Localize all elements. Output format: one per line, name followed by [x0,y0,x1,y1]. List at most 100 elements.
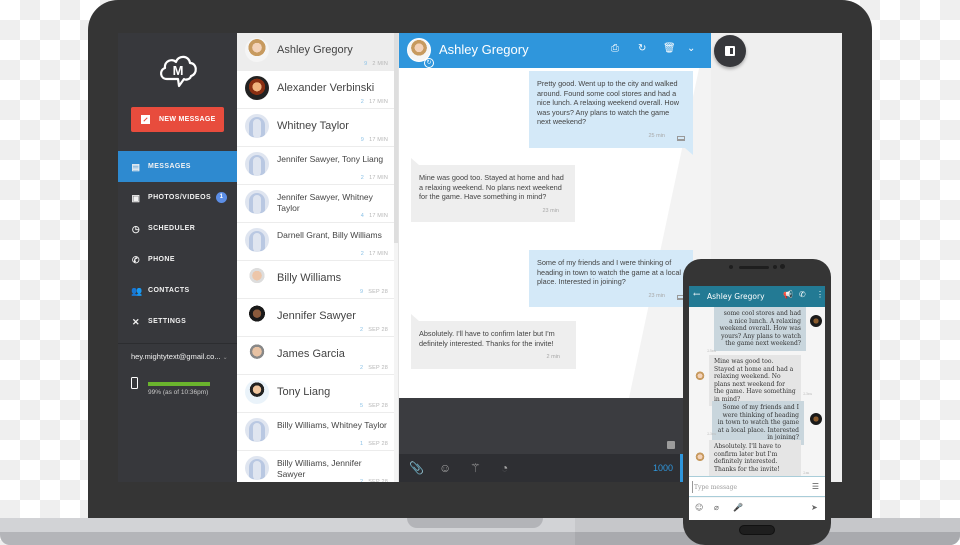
composer-toolbar: 📎 ☺ ⚚ ◔ 1000 [399,454,711,482]
conversation-item[interactable]: James Garcia 2 SEP 28 [237,337,394,375]
back-arrow-icon[interactable]: ← [693,290,701,300]
phone-screen: ← Ashley Gregory 📢 ✆ ⋮ some cool stores … [689,286,825,520]
sidebar-item-photos-videos[interactable]: ▣ PHOTOS/VIDEOS 1 [118,182,237,213]
message-time: 23 min [542,207,559,214]
conversation-item[interactable]: Jennifer Sawyer, Whitney Taylor 4 17 MIN [237,185,394,223]
sidebar-item-messages[interactable]: ▤ MESSAGES [118,151,237,182]
avatar [245,266,269,290]
conversation-item[interactable]: Billy Williams, Jennifer Sawyer 2 SEP 28 [237,451,394,482]
conversation-name: Darnell Grant, Billy Williams [277,230,382,240]
sidebar-divider [118,343,237,344]
account-selector[interactable]: hey.mightytext@gmail.co... ⌄ [131,352,228,361]
phone-message-incoming: Mine was good too. Stayed at home and ha… [709,355,801,406]
laptop-notch [407,518,543,528]
avatar [245,76,269,100]
character-counter: 1000 [652,463,673,473]
microphone-icon[interactable]: 🎤 [733,503,743,512]
battery-level-bar [148,382,211,386]
message-text: Pretty good. Went up to the city and wal… [537,79,679,127]
sidebar-item-scheduler[interactable]: ◷ SCHEDULER [118,213,237,244]
chevron-down-icon[interactable]: ⌄ [687,43,695,55]
more-vert-icon[interactable]: ⋮ [816,290,824,299]
sidebar-item-settings[interactable]: ✕ SETTINGS [118,306,237,337]
conversation-item[interactable]: Jennifer Sawyer 2 SEP 28 [237,299,394,337]
new-message-button[interactable]: NEW MESSAGE [131,107,224,132]
refresh-icon[interactable]: ↻ [638,43,646,55]
sidebar: M NEW MESSAGE ▤ MESSAGES ▣ PHOTOS/VIDEOS… [118,33,237,482]
avatar [810,413,822,425]
avatar-placeholder [245,152,269,176]
conversation-item[interactable]: Ashley Gregory 92 MIN [237,33,394,71]
avatar-placeholder [245,418,269,442]
phone-message-outgoing: Some of my friends and I were thinking o… [712,401,804,445]
message-time: 23m [803,391,812,396]
svg-text:M: M [173,63,184,78]
conversation-item[interactable]: Alexander Verbinski 2 17 MIN [237,71,394,109]
phone-icon: ✆ [132,254,140,265]
attach-icon[interactable]: 📎 [409,461,424,475]
message-composer[interactable] [399,398,711,454]
conversation-item[interactable]: Billy Williams 9 SEP 28 [237,261,394,299]
phone-call-icon[interactable]: ✆ [799,290,806,299]
conversation-name: James Garcia [277,348,345,360]
settings-icon: ✕ [132,316,140,327]
phone-message-input[interactable] [692,481,802,493]
sidebar-item-label: MESSAGES [148,163,191,170]
clock-icon[interactable]: ◔ [501,461,508,475]
print-icon[interactable]: ⎙ [611,43,619,55]
conversation-item[interactable]: Jennifer Sawyer, Tony Liang 2 17 MIN [237,147,394,185]
avatar [694,371,706,383]
conversation-meta: 2 SEP 28 [359,479,388,482]
message-bubble-incoming: Mine was good too. Stayed at home and ha… [411,157,575,223]
conversation-meta: 2 17 MIN [360,175,388,181]
message-time: 2m [803,470,810,475]
conversation-meta: 2 SEP 28 [359,365,388,371]
message-text: Mine was good too. Stayed at home and ha… [714,358,796,403]
conversation-meta: 4 17 MIN [360,213,388,219]
emoji-icon[interactable]: ☺ [439,461,451,475]
megaphone-icon[interactable]: 📢 [783,290,793,299]
message-time: 2 min [546,354,560,361]
sidebar-item-contacts[interactable]: 👥 CONTACTS [118,275,237,306]
conversation-name: Jennifer Sawyer, Tony Liang [277,154,384,164]
save-draft-icon[interactable] [667,441,675,449]
avatar [245,380,269,404]
toggle-panel-button[interactable] [714,35,746,67]
conversation-name: Alexander Verbinski [277,82,375,94]
templates-list-icon[interactable]: ☰ [812,482,819,491]
avatar-placeholder [245,190,269,214]
phone-message-input-area: ☰ [689,476,825,497]
phone-camera [780,264,785,269]
chat-pane: ↻ Ashley Gregory ⎙ ↻ 🗑 ⌄ Pretty good. We… [399,33,711,482]
sidebar-item-phone[interactable]: ✆ PHONE [118,244,237,275]
sidebar-item-label: PHONE [148,256,175,263]
conversation-item[interactable]: Billy Williams, Whitney Taylor 1 SEP 28 [237,413,394,451]
magic-wand-icon[interactable]: ⚚ [470,461,481,475]
message-text: Some of my friends and I were thinking o… [537,258,682,287]
conversation-item[interactable]: Darnell Grant, Billy Williams 2 17 MIN [237,223,394,261]
emoji-icon[interactable]: ☺ [695,503,703,512]
phone-message-outgoing: some cool stores and had a nice lunch. A… [714,307,806,351]
account-email: hey.mightytext@gmail.co... [131,352,221,361]
trash-icon[interactable]: 🗑 [663,43,676,55]
message-bubble-outgoing: Some of my friends and I were thinking o… [529,250,693,315]
conversation-meta: 9 17 MIN [360,137,388,143]
avatar-placeholder [245,228,269,252]
phone-message-incoming: Absolutely. I'll have to confirm later b… [709,440,801,476]
conversation-item[interactable]: Whitney Taylor 9 17 MIN [237,109,394,147]
avatar-placeholder [245,456,269,480]
sync-icon: ↻ [424,58,434,68]
sidebar-item-label: SETTINGS [148,318,187,325]
sidebar-item-label: SCHEDULER [148,225,196,232]
conversation-item[interactable]: Tony Liang 5 SEP 28 [237,375,394,413]
avatar [245,38,269,62]
new-message-label: NEW MESSAGE [159,116,216,123]
phone-home-button[interactable] [739,525,775,535]
conversation-meta: 1 SEP 28 [359,441,388,447]
conversation-list: Ashley Gregory 92 MIN Alexander Verbinsk… [237,33,399,482]
send-icon[interactable]: ➤ [811,503,818,512]
attach-icon[interactable]: ⌀ [714,503,719,512]
photos-badge: 1 [216,192,228,203]
conversation-name: Tony Liang [277,386,331,398]
avatar [245,342,269,366]
